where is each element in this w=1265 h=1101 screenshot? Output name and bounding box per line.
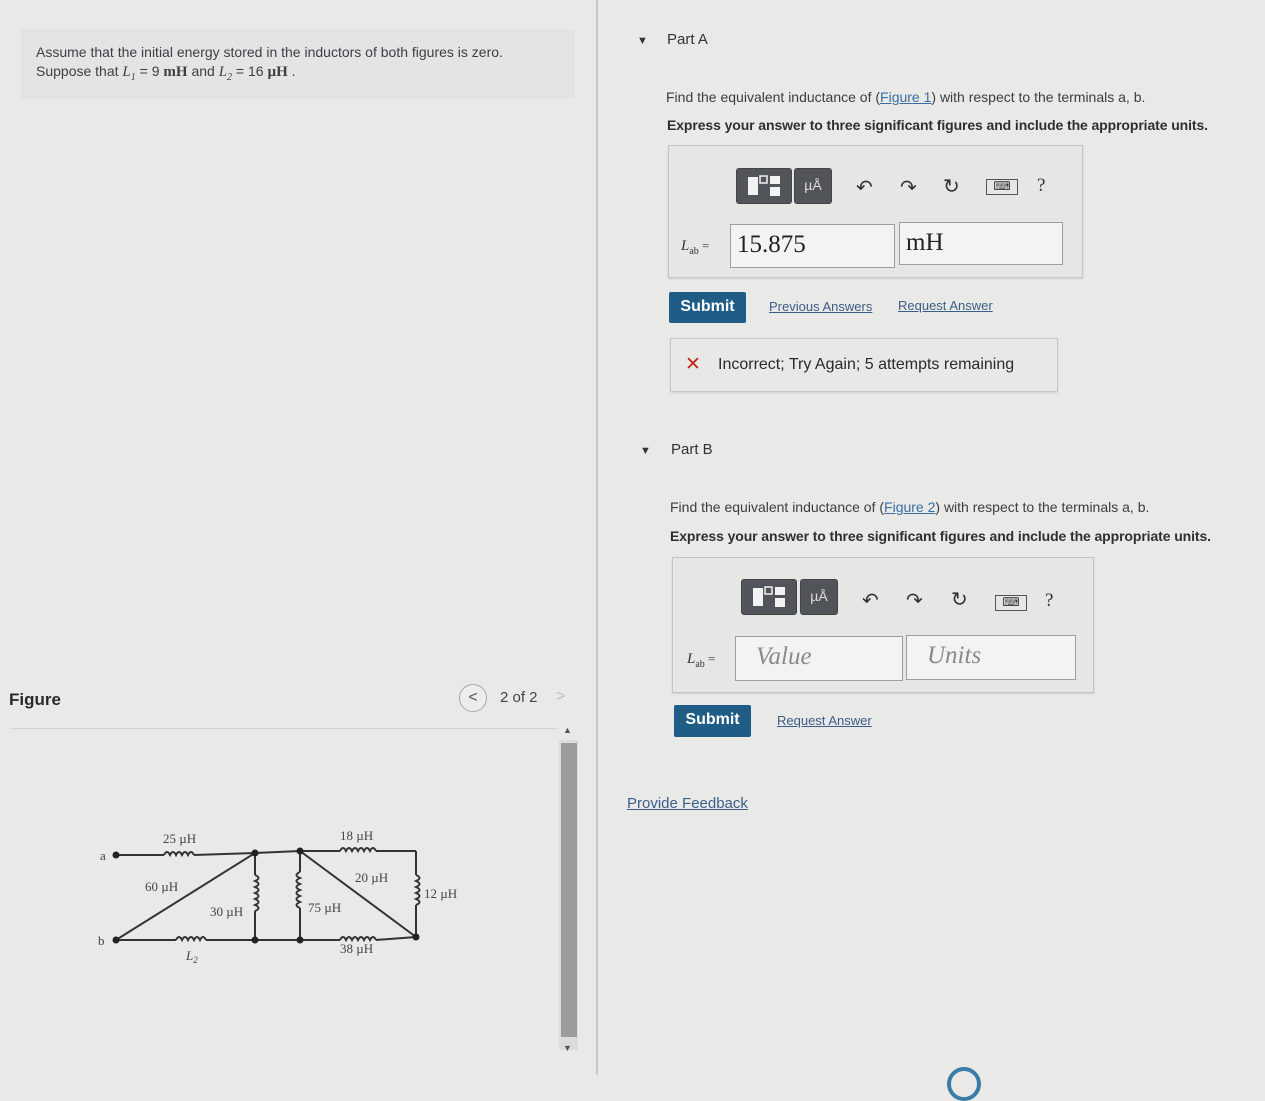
- caret-down-icon[interactable]: ▼: [640, 445, 651, 457]
- partB-answer-box: µÅ ↶ ↷ ↻ ⌨ ? Lab = Value Units: [672, 557, 1094, 693]
- partA-instruction: Express your answer to three significant…: [667, 117, 1208, 133]
- problem-suffix: .: [287, 63, 296, 79]
- partB-title[interactable]: Part B: [671, 441, 713, 458]
- figure-pager-count: 2 of 2: [500, 689, 538, 706]
- keyboard-icon[interactable]: ⌨: [986, 179, 1018, 195]
- keyboard-icon[interactable]: ⌨: [995, 595, 1027, 611]
- partA-units-input[interactable]: mH: [899, 222, 1063, 265]
- scroll-down-arrow[interactable]: ▼: [563, 1043, 572, 1053]
- scroll-up-arrow[interactable]: ▲: [563, 725, 572, 735]
- redo-icon[interactable]: ↷: [906, 591, 923, 611]
- inductor-60-label: 60 µH: [145, 879, 178, 894]
- inductor-25-label: 25 µH: [163, 831, 196, 846]
- L1-value: = 9: [135, 63, 164, 79]
- caret-down-icon[interactable]: ▼: [637, 35, 648, 47]
- undo-icon[interactable]: ↶: [862, 591, 879, 611]
- help-icon[interactable]: ?: [1045, 591, 1053, 611]
- partA-previous-answers-link[interactable]: Previous Answers: [769, 299, 872, 314]
- partA-feedback-text: Incorrect; Try Again; 5 attempts remaini…: [718, 356, 1015, 373]
- partA-question: Find the equivalent inductance of (Figur…: [666, 89, 1146, 105]
- partA-feedback-box: ✕ Incorrect; Try Again; 5 attempts remai…: [670, 338, 1058, 392]
- chevron-right-icon: >: [556, 688, 566, 705]
- inductor-38-label: 38 µH: [340, 941, 373, 956]
- partB-units-input[interactable]: Units: [906, 635, 1076, 680]
- L2-unit: µH: [267, 64, 288, 80]
- figure2-link[interactable]: Figure 2: [884, 499, 935, 515]
- figure-scrollbar-thumb[interactable]: [561, 743, 577, 1037]
- inductor-18-label: 18 µH: [340, 828, 373, 843]
- redo-icon[interactable]: ↷: [900, 178, 917, 198]
- partB-instruction: Express your answer to three significant…: [670, 528, 1211, 544]
- partB-value-input[interactable]: Value: [735, 636, 903, 681]
- incorrect-icon: ✕: [685, 354, 701, 375]
- units-icon: µÅ: [810, 588, 828, 604]
- partB-question: Find the equivalent inductance of (Figur…: [670, 499, 1150, 515]
- problem-statement: Assume that the initial energy stored in…: [22, 30, 574, 98]
- L1-symbol: L1: [122, 64, 136, 83]
- L2-value: = 16: [232, 63, 268, 79]
- templates-icon: [748, 175, 780, 196]
- partB-lab-label: Lab =: [687, 651, 716, 670]
- units-icon: µÅ: [804, 177, 822, 193]
- problem-text-line1: Assume that the initial energy stored in…: [36, 44, 503, 60]
- partB-submit-button[interactable]: Submit: [674, 705, 751, 737]
- figure1-link[interactable]: Figure 1: [880, 89, 931, 105]
- partA-submit-button[interactable]: Submit: [669, 292, 746, 323]
- and-text: and: [187, 63, 219, 79]
- partA-title[interactable]: Part A: [667, 31, 708, 48]
- templates-button[interactable]: [736, 168, 792, 204]
- partA-value-input[interactable]: 15.875: [730, 224, 895, 268]
- circuit-diagram: a b 25 µH 60 µH 30 µH L2 75 µH 18 µH 20 …: [98, 828, 457, 965]
- inductor-30-label: 30 µH: [210, 904, 243, 919]
- figure-prev-button[interactable]: <: [459, 684, 487, 712]
- terminal-b-label: b: [98, 933, 105, 948]
- reset-icon[interactable]: ↻: [951, 590, 968, 610]
- figure-divider: [10, 728, 558, 729]
- inductor-20-label: 20 µH: [355, 870, 388, 885]
- figure-next-button[interactable]: >: [556, 684, 574, 710]
- problem-prefix: Suppose that: [36, 63, 123, 79]
- help-icon[interactable]: ?: [1037, 176, 1045, 196]
- panel-divider: [596, 0, 598, 1075]
- figure-label: Figure: [9, 690, 61, 709]
- units-button[interactable]: µÅ: [800, 579, 838, 615]
- units-button[interactable]: µÅ: [794, 168, 832, 204]
- chevron-left-icon: <: [468, 689, 478, 706]
- partA-request-answer-link[interactable]: Request Answer: [898, 298, 993, 313]
- reset-icon[interactable]: ↻: [943, 177, 960, 197]
- templates-icon: [753, 586, 785, 607]
- L2-symbol: L2: [218, 64, 233, 83]
- partA-lab-label: Lab =: [681, 238, 710, 257]
- inductor-75-label: 75 µH: [308, 900, 341, 915]
- partB-request-answer-link[interactable]: Request Answer: [777, 713, 872, 728]
- L1-unit: mH: [163, 64, 188, 80]
- partA-answer-box: µÅ ↶ ↷ ↻ ⌨ ? Lab = 15.875 mH: [668, 145, 1083, 278]
- terminal-a-label: a: [100, 848, 106, 863]
- floating-help-icon[interactable]: [947, 1067, 981, 1101]
- undo-icon[interactable]: ↶: [856, 178, 873, 198]
- problem-text-line2: Suppose that L1 = 9 mH and L2 = 16 µH .: [36, 63, 296, 83]
- inductor-12-label: 12 µH: [424, 886, 457, 901]
- templates-button[interactable]: [741, 579, 797, 615]
- inductor-L2-label: L2: [185, 948, 198, 965]
- provide-feedback-link[interactable]: Provide Feedback: [627, 795, 748, 812]
